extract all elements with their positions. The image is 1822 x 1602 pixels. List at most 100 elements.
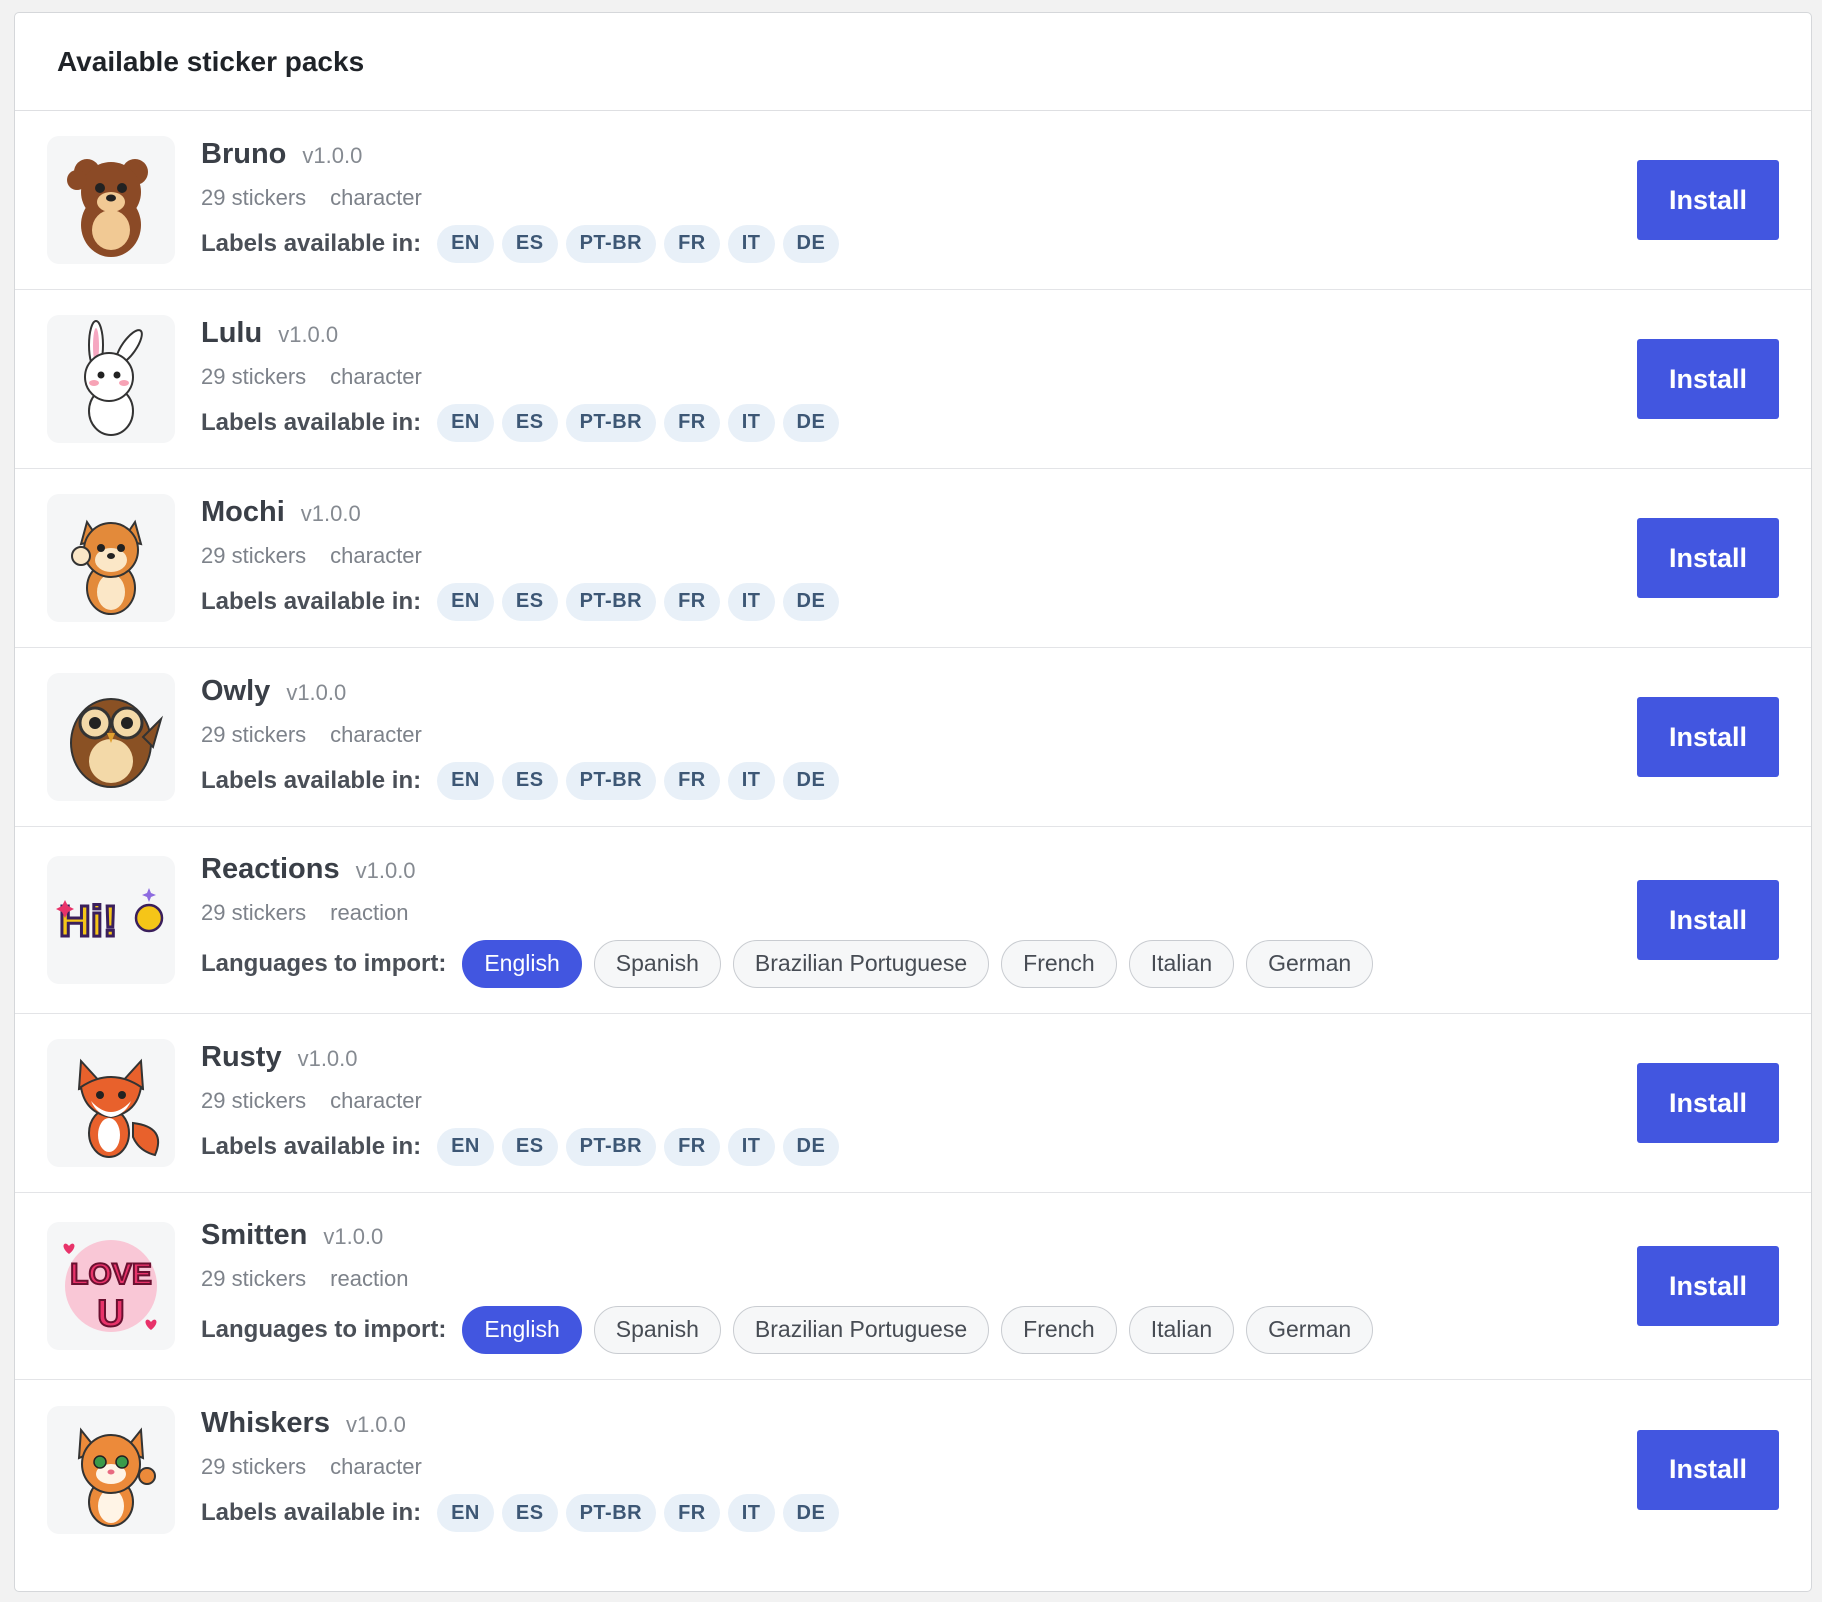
sticker-packs-panel: Available sticker packs Bruno v1.0.0 29 … <box>14 12 1812 1592</box>
language-chip-es: ES <box>501 761 558 800</box>
sticker-pack-row: Lulu v1.0.0 29 stickers character Labels… <box>15 290 1811 469</box>
languages-label: Labels available in: <box>201 1499 422 1526</box>
pack-version: v1.0.0 <box>302 142 363 168</box>
sticker-pack-row: LOVE U Smitten v1.0.0 29 stickers reacti… <box>15 1193 1811 1380</box>
language-chip-it: IT <box>727 403 775 442</box>
languages-label: Languages to import: <box>201 949 447 977</box>
pack-list: Bruno v1.0.0 29 stickers character Label… <box>15 111 1811 1559</box>
language-chip-pt-br: PT-BR <box>565 761 657 800</box>
sticker-pack-row: Bruno v1.0.0 29 stickers character Label… <box>15 111 1811 290</box>
svg-text:LOVE: LOVE <box>70 1258 152 1291</box>
love-u-sticker-icon: LOVE U <box>63 1240 157 1336</box>
pack-version: v1.0.0 <box>286 679 347 705</box>
label-languages: Labels available in: EN ES PT-BR FR IT DE <box>201 1494 847 1532</box>
pack-category: character <box>330 363 422 389</box>
pack-category: character <box>330 1454 422 1479</box>
pack-thumbnail <box>47 136 175 264</box>
language-import-selector: Languages to import: English Spanish Brazi… <box>201 1305 1385 1354</box>
language-toggle-italian[interactable]: Italian <box>1128 1305 1235 1354</box>
install-button[interactable]: Install <box>1637 339 1779 419</box>
language-toggle-english[interactable]: English <box>462 1305 582 1354</box>
pack-info: Bruno v1.0.0 29 stickers character Label… <box>201 138 847 263</box>
languages-label: Labels available in: <box>201 766 422 794</box>
language-toggle-brazilian-portuguese[interactable]: Brazilian Portuguese <box>732 939 990 988</box>
pack-thumbnail <box>47 1405 175 1534</box>
language-chip-pt-br: PT-BR <box>565 224 657 263</box>
install-button[interactable]: Install <box>1637 1429 1779 1510</box>
language-chip-de: DE <box>782 1127 840 1166</box>
languages-label: Labels available in: <box>201 1132 422 1160</box>
language-chip-de: DE <box>782 761 840 800</box>
language-chip-it: IT <box>727 761 775 800</box>
language-toggle-italian[interactable]: Italian <box>1128 939 1235 988</box>
pack-version: v1.0.0 <box>297 1045 358 1071</box>
language-toggle-french[interactable]: French <box>1001 939 1117 988</box>
sticker-count: 29 stickers <box>201 899 307 925</box>
sticker-pack-row: Rusty v1.0.0 29 stickers character Label… <box>15 1014 1811 1193</box>
language-chip-de: DE <box>782 403 840 442</box>
language-chip-es: ES <box>501 582 558 621</box>
language-toggle-spanish[interactable]: Spanish <box>593 939 721 988</box>
language-chip-de: DE <box>782 582 840 621</box>
languages-label: Languages to import: <box>201 1315 447 1343</box>
panel-title: Available sticker packs <box>57 45 365 77</box>
install-button[interactable]: Install <box>1637 1246 1779 1326</box>
language-chip-en: EN <box>437 1494 494 1532</box>
pack-name: Smitten <box>201 1218 308 1251</box>
sticker-pack-row: Mochi v1.0.0 29 stickers character Label… <box>15 469 1811 648</box>
language-chip-es: ES <box>501 1494 558 1532</box>
languages-label: Labels available in: <box>201 229 422 257</box>
pack-thumbnail: LOVE U <box>47 1222 175 1350</box>
language-chip-en: EN <box>437 1127 494 1166</box>
languages-label: Labels available in: <box>201 408 422 436</box>
language-toggle-german[interactable]: German <box>1246 939 1374 988</box>
pack-thumbnail: Hi! <box>47 856 175 984</box>
language-chip-fr: FR <box>664 1127 720 1166</box>
pack-info: Rusty v1.0.0 29 stickers character Label… <box>201 1041 847 1166</box>
pack-name: Lulu <box>201 316 263 349</box>
pack-version: v1.0.0 <box>345 1412 406 1437</box>
language-chip-it: IT <box>727 224 775 263</box>
language-toggle-french[interactable]: French <box>1001 1305 1117 1354</box>
pack-name: Rusty <box>201 1040 282 1073</box>
pack-name: Reactions <box>201 852 340 885</box>
language-chip-en: EN <box>437 761 494 800</box>
pack-info: Owly v1.0.0 29 stickers character Labels… <box>201 675 847 800</box>
language-toggle-spanish[interactable]: Spanish <box>593 1305 721 1354</box>
sticker-count: 29 stickers <box>201 1454 307 1479</box>
install-button[interactable]: Install <box>1637 880 1779 960</box>
language-chip-en: EN <box>437 403 494 442</box>
install-button[interactable]: Install <box>1637 697 1779 777</box>
language-chip-pt-br: PT-BR <box>565 403 657 442</box>
shiba-sticker-icon <box>71 519 143 615</box>
pack-category: reaction <box>330 1265 409 1291</box>
sticker-pack-row: Owly v1.0.0 29 stickers character Labels… <box>15 648 1811 827</box>
language-import-selector: Languages to import: English Spanish Brazi… <box>201 939 1385 988</box>
language-chip-fr: FR <box>664 403 720 442</box>
language-chip-pt-br: PT-BR <box>565 582 657 621</box>
sticker-count: 29 stickers <box>201 721 307 747</box>
sticker-pack-row: Whiskers v1.0.0 29 stickers character La… <box>15 1380 1811 1559</box>
pack-version: v1.0.0 <box>355 857 416 883</box>
sticker-count: 29 stickers <box>201 1265 307 1291</box>
pack-info: Mochi v1.0.0 29 stickers character Label… <box>201 496 847 621</box>
pack-info: Reactions v1.0.0 29 stickers reaction La… <box>201 853 1385 988</box>
install-button[interactable]: Install <box>1637 518 1779 598</box>
fox-sticker-icon <box>77 1058 160 1158</box>
svg-text:U: U <box>97 1293 124 1335</box>
pack-name: Owly <box>201 674 271 707</box>
language-chip-es: ES <box>501 403 558 442</box>
install-button[interactable]: Install <box>1637 160 1779 240</box>
languages-label: Labels available in: <box>201 587 422 615</box>
language-toggle-brazilian-portuguese[interactable]: Brazilian Portuguese <box>732 1305 990 1354</box>
language-chip-es: ES <box>501 1127 558 1166</box>
hi-wave-sticker-icon: Hi! <box>56 888 164 948</box>
language-toggle-german[interactable]: German <box>1246 1305 1374 1354</box>
pack-thumbnail <box>47 673 175 801</box>
bear-sticker-icon <box>67 159 148 257</box>
language-toggle-english[interactable]: English <box>462 939 582 988</box>
install-button[interactable]: Install <box>1637 1063 1779 1143</box>
cat-sticker-icon <box>77 1426 156 1527</box>
svg-text:Hi!: Hi! <box>59 897 118 946</box>
pack-version: v1.0.0 <box>300 500 361 526</box>
